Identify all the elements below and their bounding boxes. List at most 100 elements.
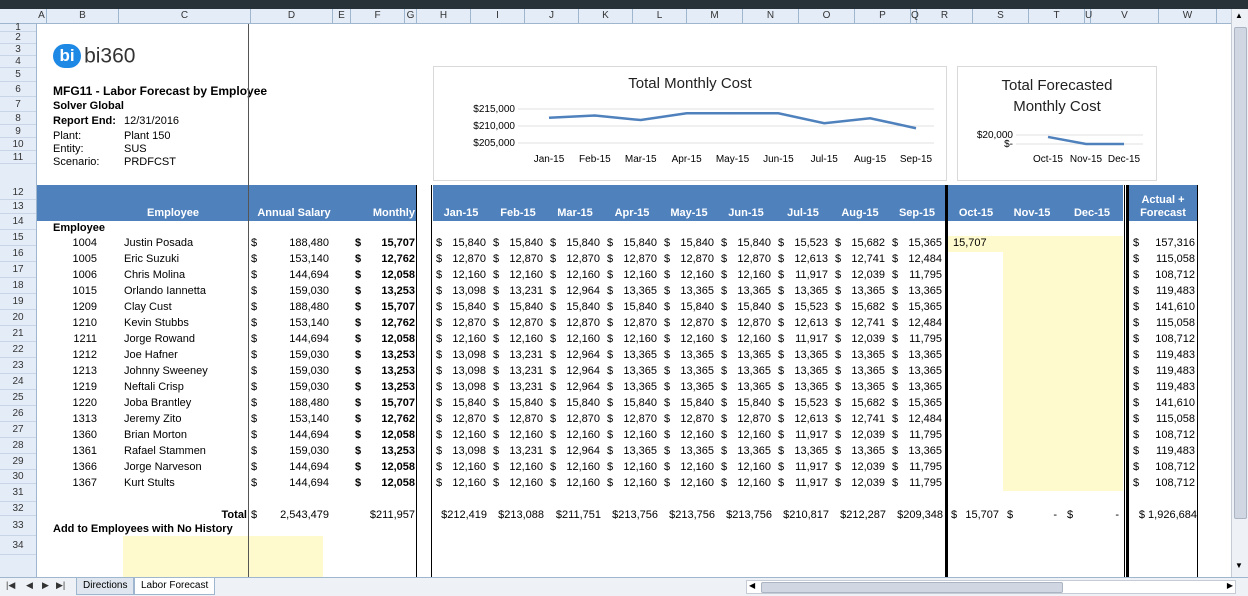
- row-header-6[interactable]: 6: [0, 82, 36, 97]
- scroll-left-icon[interactable]: ◀: [749, 581, 755, 590]
- annual-salary[interactable]: 144,694: [259, 332, 329, 347]
- employee-name[interactable]: Rafael Stammen: [124, 444, 246, 459]
- annual-salary[interactable]: 159,030: [259, 380, 329, 395]
- horizontal-scrollbar[interactable]: ◀ ▶: [746, 580, 1236, 594]
- employee-name[interactable]: Chris Molina: [124, 268, 246, 283]
- row-header-30[interactable]: 30: [0, 470, 36, 484]
- row-header-29[interactable]: 29: [0, 454, 36, 470]
- employee-id[interactable]: 1209: [57, 300, 97, 315]
- row-header-2[interactable]: 2: [0, 32, 36, 44]
- employee-id[interactable]: 1367: [57, 476, 97, 491]
- row-header-10[interactable]: 10: [0, 138, 36, 151]
- forecast-input-area[interactable]: [1003, 236, 1123, 491]
- hscroll-thumb[interactable]: [761, 582, 1063, 593]
- annual-salary[interactable]: 188,480: [259, 300, 329, 315]
- employee-name[interactable]: Kurt Stults: [124, 476, 246, 491]
- row-header-1[interactable]: 1: [0, 24, 36, 32]
- row-header-28[interactable]: 28: [0, 438, 36, 454]
- row-header-13[interactable]: 13: [0, 200, 36, 214]
- column-header-v[interactable]: V: [1091, 9, 1159, 23]
- column-header-f[interactable]: F: [351, 9, 405, 23]
- employee-id[interactable]: 1211: [57, 332, 97, 347]
- first-sheet-icon[interactable]: |◀: [6, 580, 15, 591]
- annual-salary[interactable]: 144,694: [259, 476, 329, 491]
- row-header-22[interactable]: 22: [0, 342, 36, 358]
- employee-id[interactable]: 1210: [57, 316, 97, 331]
- employee-id[interactable]: 1360: [57, 428, 97, 443]
- column-header-j[interactable]: J: [525, 9, 579, 23]
- column-header-a[interactable]: A: [37, 9, 47, 23]
- employee-id[interactable]: 1006: [57, 268, 97, 283]
- scroll-thumb[interactable]: [1234, 27, 1247, 519]
- employee-name[interactable]: Jeremy Zito: [124, 412, 246, 427]
- annual-salary[interactable]: 144,694: [259, 428, 329, 443]
- row-header-15[interactable]: 15: [0, 230, 36, 246]
- column-header-c[interactable]: C: [119, 9, 251, 23]
- prev-sheet-icon[interactable]: ◀: [26, 580, 33, 591]
- row-header-11[interactable]: 11: [0, 151, 36, 164]
- row-header-24[interactable]: 24: [0, 374, 36, 390]
- row-header-21[interactable]: 21: [0, 326, 36, 342]
- row-header-20[interactable]: 20: [0, 310, 36, 326]
- column-header-i[interactable]: I: [471, 9, 525, 23]
- scroll-up-icon[interactable]: ▲: [1235, 11, 1243, 20]
- scenario-value[interactable]: PRDFCST: [124, 155, 176, 170]
- employee-name[interactable]: Johnny Sweeney: [124, 364, 246, 379]
- row-header-34[interactable]: 34: [0, 536, 36, 555]
- employee-name[interactable]: Joe Hafner: [124, 348, 246, 363]
- employee-name[interactable]: Brian Morton: [124, 428, 246, 443]
- sheet-tab-directions[interactable]: Directions: [76, 578, 134, 595]
- row-header-17[interactable]: 17: [0, 262, 36, 278]
- next-sheet-icon[interactable]: ▶: [42, 580, 49, 591]
- row-header-7[interactable]: 7: [0, 97, 36, 112]
- annual-salary[interactable]: 188,480: [259, 396, 329, 411]
- forecast-monthly-cost-chart[interactable]: Total Forecasted Monthly Cost $20,000$-O…: [957, 66, 1157, 181]
- annual-salary[interactable]: 144,694: [259, 268, 329, 283]
- annual-salary[interactable]: 159,030: [259, 444, 329, 459]
- employee-id[interactable]: 1313: [57, 412, 97, 427]
- annual-salary[interactable]: 188,480: [259, 236, 329, 251]
- row-header-33[interactable]: 33: [0, 516, 36, 536]
- row-header-32[interactable]: 32: [0, 502, 36, 516]
- employee-id[interactable]: 1213: [57, 364, 97, 379]
- employee-id[interactable]: 1004: [57, 236, 97, 251]
- employee-id[interactable]: 1366: [57, 460, 97, 475]
- annual-salary[interactable]: 153,140: [259, 316, 329, 331]
- employee-name[interactable]: Joba Brantley: [124, 396, 246, 411]
- column-header-l[interactable]: L: [633, 9, 687, 23]
- employee-name[interactable]: Orlando Iannetta: [124, 284, 246, 299]
- row-header-3[interactable]: 3: [0, 44, 36, 56]
- annual-salary[interactable]: 159,030: [259, 348, 329, 363]
- spreadsheet-grid[interactable]: bi bi360 MFG11 - Labor Forecast by Emplo…: [37, 24, 1232, 577]
- column-header-w[interactable]: W: [1159, 9, 1217, 23]
- employee-name[interactable]: Eric Suzuki: [124, 252, 246, 267]
- row-header-9[interactable]: 9: [0, 125, 36, 138]
- vertical-scrollbar[interactable]: ▲ ▼: [1231, 9, 1248, 577]
- employee-name[interactable]: Jorge Narveson: [124, 460, 246, 475]
- row-header-23[interactable]: 23: [0, 358, 36, 374]
- annual-salary[interactable]: 153,140: [259, 252, 329, 267]
- employee-name[interactable]: Justin Posada: [124, 236, 246, 251]
- column-header-s[interactable]: S: [973, 9, 1029, 23]
- last-sheet-icon[interactable]: ▶|: [56, 580, 65, 591]
- employee-id[interactable]: 1219: [57, 380, 97, 395]
- new-employee-input[interactable]: [123, 536, 323, 577]
- column-header-m[interactable]: M: [687, 9, 743, 23]
- employee-name[interactable]: Clay Cust: [124, 300, 246, 315]
- annual-salary[interactable]: 153,140: [259, 412, 329, 427]
- column-header-h[interactable]: H: [417, 9, 471, 23]
- row-header-14[interactable]: 14: [0, 214, 36, 230]
- row-header-4[interactable]: 4: [0, 56, 36, 68]
- row-header-26[interactable]: 26: [0, 406, 36, 422]
- row-header-8[interactable]: 8: [0, 112, 36, 125]
- column-header-n[interactable]: N: [743, 9, 799, 23]
- sheet-tab-labor-forecast[interactable]: Labor Forecast: [134, 578, 215, 595]
- employee-id[interactable]: 1015: [57, 284, 97, 299]
- row-header-31[interactable]: 31: [0, 484, 36, 502]
- scroll-down-icon[interactable]: ▼: [1235, 561, 1243, 570]
- column-header-k[interactable]: K: [579, 9, 633, 23]
- row-header-5[interactable]: 5: [0, 68, 36, 82]
- annual-salary[interactable]: 144,694: [259, 460, 329, 475]
- employee-id[interactable]: 1212: [57, 348, 97, 363]
- column-header-e[interactable]: E: [333, 9, 351, 23]
